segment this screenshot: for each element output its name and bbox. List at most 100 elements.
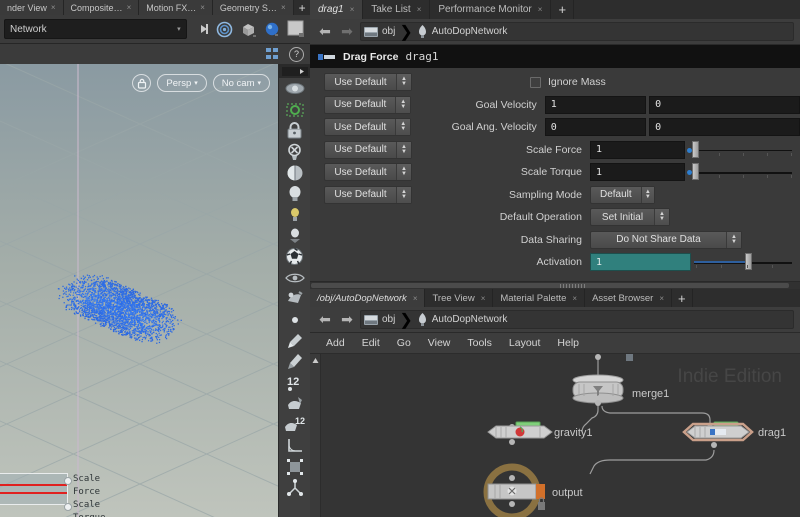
- tab-performance-monitor[interactable]: Performance Monitor ×: [430, 0, 551, 19]
- smooth-icon[interactable]: [279, 393, 310, 414]
- viewport-camera-button[interactable]: No cam ▾: [213, 74, 270, 92]
- plane-icon[interactable]: [287, 19, 306, 39]
- view-icon[interactable]: [279, 78, 310, 99]
- override-menu-goal-velocity[interactable]: Use Default ▲ ▼: [324, 96, 411, 114]
- field-activation[interactable]: 1: [590, 253, 691, 271]
- close-icon[interactable]: ×: [659, 294, 664, 303]
- close-icon[interactable]: ×: [200, 3, 205, 12]
- menu-add[interactable]: Add: [326, 337, 345, 349]
- stepper-icon[interactable]: ▲ ▼: [396, 187, 411, 203]
- close-icon[interactable]: ×: [538, 5, 543, 14]
- close-icon[interactable]: ×: [350, 5, 355, 14]
- breadcrumb[interactable]: obj ❯ AutoDopNetwork: [360, 22, 794, 41]
- tab-drag1[interactable]: drag1 ×: [310, 0, 363, 19]
- tab-render-view[interactable]: nder View ×: [0, 0, 64, 15]
- override-menu-scale-force[interactable]: Use Default ▲ ▼: [324, 141, 412, 159]
- slider-activation[interactable]: [694, 253, 792, 271]
- tab-material-palette[interactable]: Material Palette ×: [493, 289, 585, 307]
- node-sync-icon[interactable]: [263, 44, 283, 64]
- bbox-icon[interactable]: [279, 456, 310, 477]
- stepper-icon[interactable]: ▲ ▼: [641, 187, 654, 203]
- menu-edit[interactable]: Edit: [362, 337, 380, 349]
- tab-take-list[interactable]: Take List ×: [363, 0, 430, 19]
- menu-layout[interactable]: Layout: [509, 337, 541, 349]
- field-goal-ang-velocity-y[interactable]: 0: [649, 118, 800, 136]
- target-icon[interactable]: [215, 19, 234, 39]
- close-icon[interactable]: ×: [481, 294, 486, 303]
- cross-bulb-icon[interactable]: [279, 141, 310, 162]
- close-icon[interactable]: ×: [281, 3, 286, 12]
- close-icon[interactable]: ×: [413, 294, 418, 303]
- field-goal-ang-velocity-x[interactable]: 0: [545, 118, 646, 136]
- close-icon[interactable]: ×: [127, 3, 132, 12]
- menu-default-operation[interactable]: Set Initial ▲ ▼: [590, 208, 670, 226]
- sphere-icon[interactable]: [263, 19, 282, 39]
- stepper-icon[interactable]: ▲ ▼: [726, 232, 741, 248]
- override-menu-ignore-mass[interactable]: Use Default ▲ ▼: [324, 73, 412, 91]
- menu-view[interactable]: View: [428, 337, 451, 349]
- brush-icon[interactable]: [279, 330, 310, 351]
- angle-icon[interactable]: [279, 435, 310, 456]
- tab-composite[interactable]: Composite… ×: [64, 0, 140, 15]
- network-type-combo[interactable]: Network ▾: [4, 19, 187, 39]
- node-name-field[interactable]: drag1: [405, 50, 438, 63]
- slider-scale-force[interactable]: [687, 141, 792, 159]
- help-icon[interactable]: ?: [289, 47, 304, 62]
- slider-scale-torque[interactable]: [687, 163, 792, 181]
- tab-motion-fx[interactable]: Motion FX… ×: [139, 0, 213, 15]
- add-tab-button[interactable]: +: [294, 0, 312, 15]
- back-arrow-icon[interactable]: ⬅: [316, 24, 334, 40]
- network-editor[interactable]: Indie Edition gravity1 drag1 output merg…: [310, 354, 800, 517]
- network-breadcrumb[interactable]: obj ❯ AutoDopNetwork: [360, 310, 794, 329]
- pin-icon[interactable]: [192, 19, 211, 39]
- box-select-icon[interactable]: [239, 19, 258, 39]
- select-region-icon[interactable]: [279, 99, 310, 120]
- tab-asset-browser[interactable]: Asset Browser ×: [585, 289, 672, 307]
- pen-icon[interactable]: [279, 351, 310, 372]
- axis-icon[interactable]: [279, 477, 310, 498]
- forward-arrow-icon[interactable]: ➡: [338, 312, 356, 328]
- breadcrumb-obj[interactable]: obj: [364, 314, 395, 326]
- half-disc-icon[interactable]: [279, 162, 310, 183]
- dot-icon[interactable]: [279, 309, 310, 330]
- field-scale-torque[interactable]: 1: [590, 163, 685, 181]
- override-menu-sampling-mode[interactable]: Use Default ▲ ▼: [324, 186, 412, 204]
- close-icon[interactable]: ×: [51, 3, 56, 12]
- override-menu-goal-ang-velocity[interactable]: Use Default ▲ ▼: [324, 118, 411, 136]
- field-goal-velocity-y[interactable]: 0: [649, 96, 800, 114]
- stepper-icon[interactable]: ▲ ▼: [654, 209, 669, 225]
- menu-sampling-mode[interactable]: Default ▲ ▼: [590, 186, 655, 204]
- soccer-ball-icon[interactable]: [279, 246, 310, 267]
- point-light-icon[interactable]: [279, 204, 310, 225]
- tab-geometry-spreadsheet[interactable]: Geometry S… ×: [213, 0, 294, 15]
- close-icon[interactable]: ×: [572, 294, 577, 303]
- field-goal-velocity-x[interactable]: 1: [545, 96, 646, 114]
- viewport-view-mode-button[interactable]: Persp ▾: [157, 74, 206, 92]
- stepper-icon[interactable]: ▲ ▼: [395, 119, 410, 135]
- checkbox-ignore-mass[interactable]: [530, 77, 541, 88]
- eye-icon[interactable]: [279, 267, 310, 288]
- field-scale-force[interactable]: 1: [590, 141, 685, 159]
- number-12-icon[interactable]: 12: [279, 372, 310, 393]
- add-tab-button[interactable]: +: [551, 0, 574, 19]
- menu-tools[interactable]: Tools: [467, 337, 492, 349]
- viewport-3d[interactable]: Persp ▾ No cam ▾ Scale Force Scale: [0, 64, 278, 517]
- bulb-icon[interactable]: [279, 183, 310, 204]
- tab-autodopnetwork[interactable]: /obj/AutoDopNetwork ×: [310, 289, 425, 307]
- forward-arrow-icon[interactable]: ➡: [338, 24, 356, 40]
- stepper-icon[interactable]: ▲ ▼: [396, 142, 411, 158]
- close-icon[interactable]: ×: [417, 5, 422, 14]
- toolbar-collapse-button[interactable]: [279, 64, 310, 78]
- menu-help[interactable]: Help: [557, 337, 579, 349]
- breadcrumb-autodopnetwork[interactable]: AutoDopNetwork: [417, 313, 508, 326]
- spot-light-icon[interactable]: [279, 225, 310, 246]
- lock-icon[interactable]: [132, 74, 151, 92]
- parameter-hscrollbar[interactable]: [310, 281, 800, 289]
- stepper-icon[interactable]: ▲ ▼: [395, 97, 410, 113]
- breadcrumb-obj[interactable]: obj: [364, 26, 395, 38]
- breadcrumb-autodopnetwork[interactable]: AutoDopNetwork: [417, 25, 508, 38]
- add-tab-button[interactable]: +: [672, 289, 693, 307]
- paint-icon[interactable]: [279, 288, 310, 309]
- tab-tree-view[interactable]: Tree View ×: [425, 289, 493, 307]
- lock-icon[interactable]: [279, 120, 310, 141]
